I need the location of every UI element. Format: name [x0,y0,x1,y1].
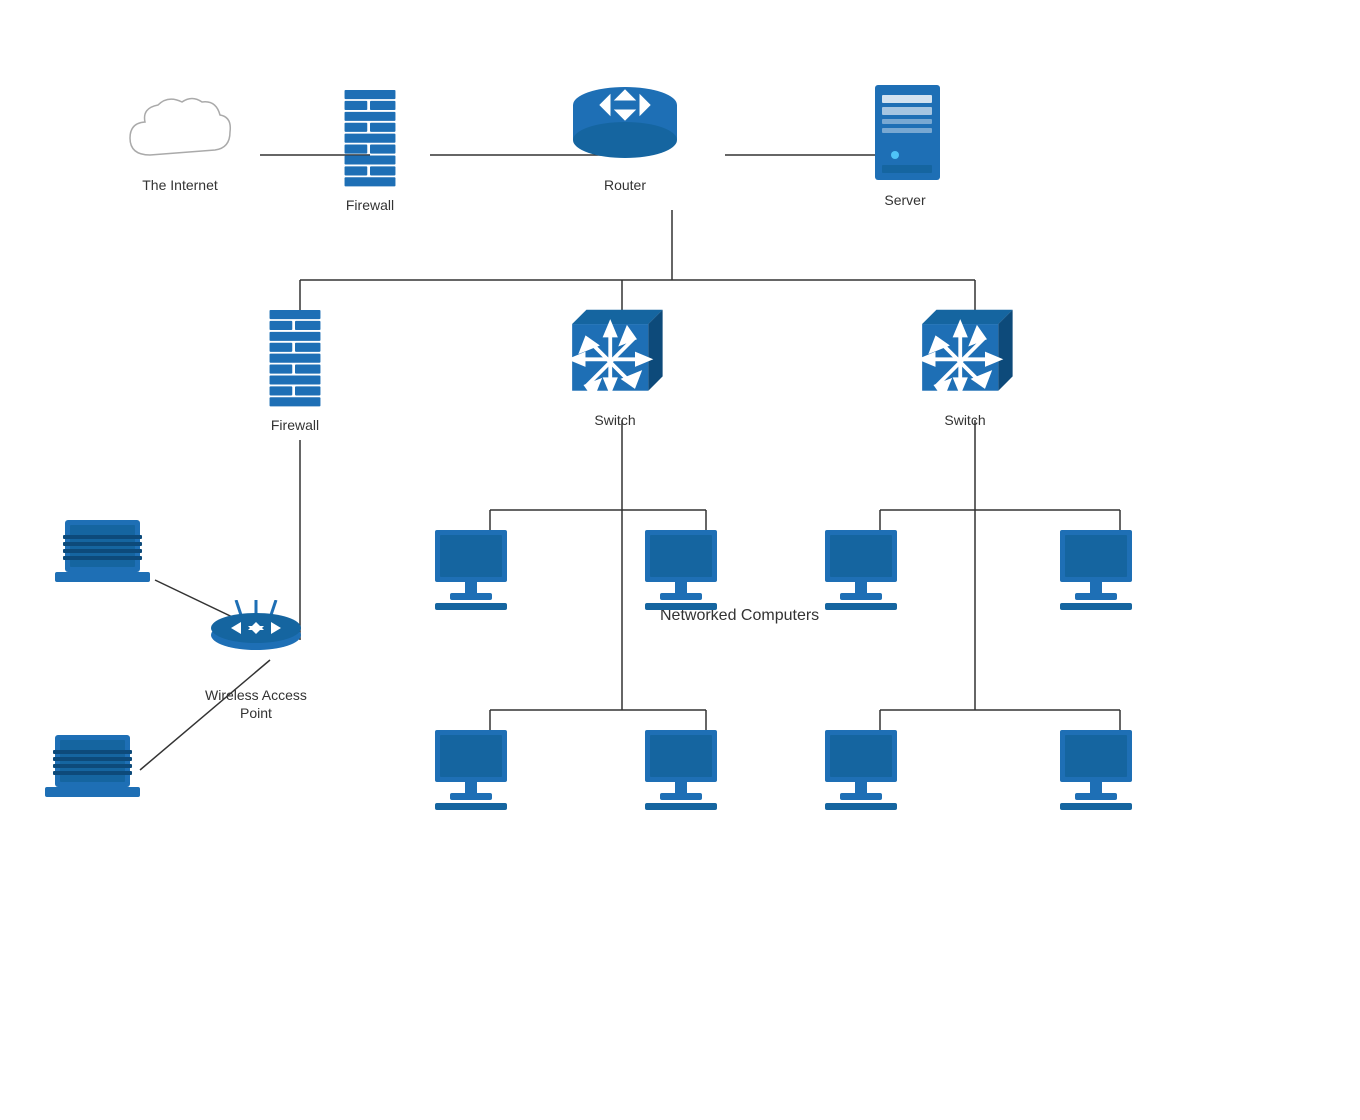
switch2-node: Switch [910,305,1020,429]
switch1-icon [560,305,670,405]
firewall2-node: Firewall [265,310,325,434]
pc6-node [640,730,730,810]
pc6-icon [640,730,730,810]
firewall1-node: Firewall [340,90,400,214]
switch2-label: Switch [944,411,985,429]
firewall2-label: Firewall [271,416,319,434]
server-label: Server [884,191,925,209]
pc4-icon [1055,530,1145,610]
firewall2-icon [265,310,325,410]
router-node: Router [570,80,680,194]
switch2-icon [910,305,1020,405]
router-icon [570,80,680,170]
firewall1-label: Firewall [346,196,394,214]
pc5-icon [430,730,520,810]
pc4-node [1055,530,1145,610]
pc8-node [1055,730,1145,810]
pc7-icon [820,730,910,810]
wap-icon [206,600,306,680]
pc1-icon [430,530,520,610]
laptop2-node [45,730,145,810]
pc8-icon [1055,730,1145,810]
wap-label: Wireless Access Point [205,686,307,722]
pc5-node [430,730,520,810]
router-label: Router [604,176,646,194]
pc1-node [430,530,520,610]
internet-node: The Internet [120,90,240,194]
wap-node: Wireless Access Point [205,600,307,722]
pc2-icon [640,530,730,610]
internet-label: The Internet [142,176,218,194]
pc7-node [820,730,910,810]
firewall1-icon [340,90,400,190]
cloud-icon [120,90,240,170]
laptop1-node [55,515,155,595]
pc3-node [820,530,910,610]
server-icon [860,85,950,185]
pc2-node [640,530,730,610]
pc3-icon [820,530,910,610]
switch1-label: Switch [594,411,635,429]
server-node: Server [860,85,950,209]
switch1-node: Switch [560,305,670,429]
network-diagram: The Internet Firewall [0,0,1360,1120]
laptop1-icon [55,515,155,595]
laptop2-icon [45,730,145,810]
